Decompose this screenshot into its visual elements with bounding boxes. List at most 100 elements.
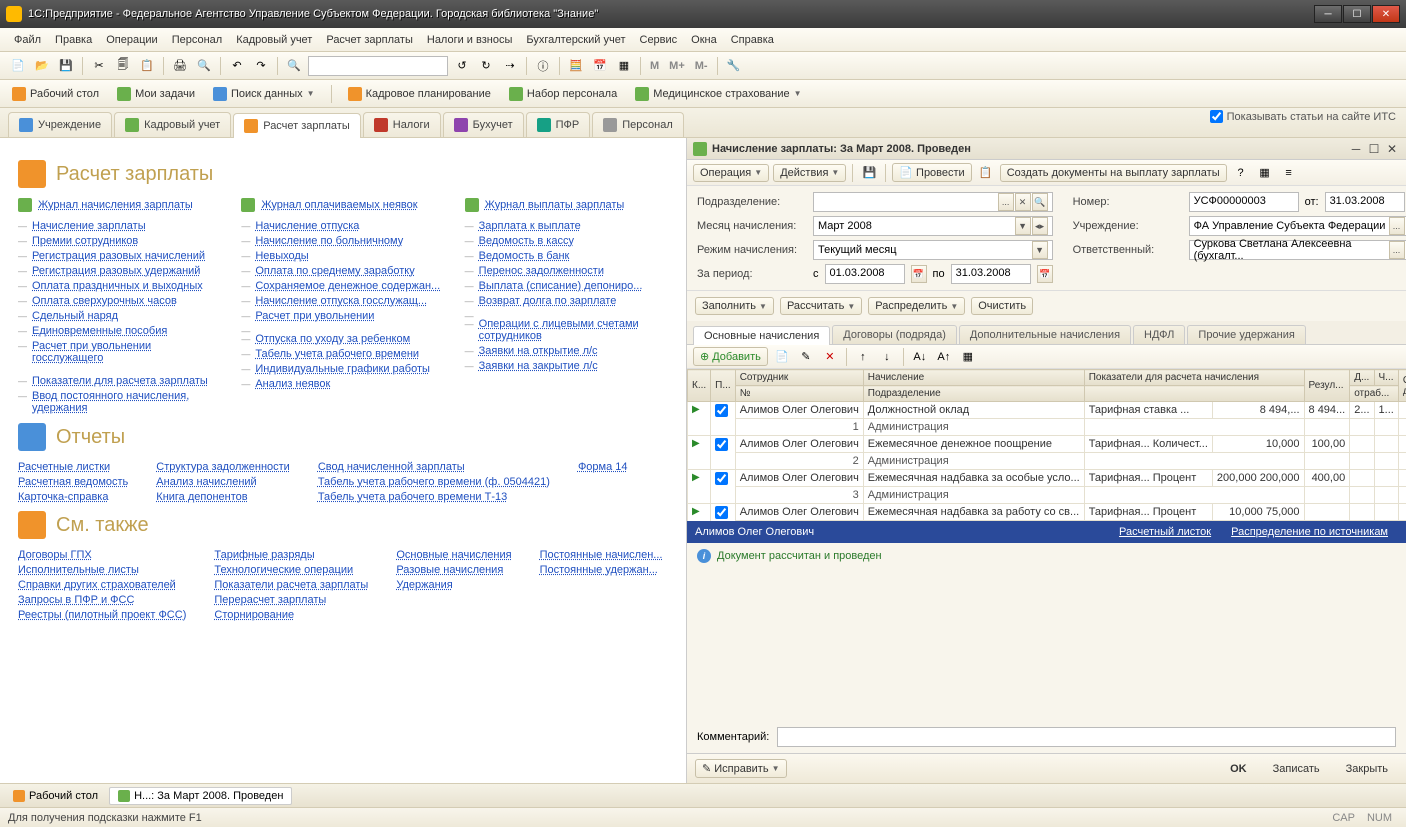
nav-medical[interactable]: Медицинское страхование▼ bbox=[631, 85, 805, 103]
subtab-deductions[interactable]: Прочие удержания bbox=[1187, 325, 1305, 344]
menu-operations[interactable]: Операции bbox=[100, 31, 163, 49]
save-button[interactable]: Записать bbox=[1263, 760, 1330, 778]
panel-link[interactable]: Расчетная ведомость bbox=[18, 476, 128, 488]
nav-tasks[interactable]: Мои задачи bbox=[113, 85, 199, 103]
post-button[interactable]: 📄Провести bbox=[892, 163, 971, 182]
search-icon[interactable]: 🔍 bbox=[284, 56, 304, 76]
panel-link[interactable]: Начисление отпуска госслужащ... bbox=[255, 295, 427, 307]
date-from-input[interactable]: 01.03.2008 bbox=[825, 264, 905, 284]
nav1-icon[interactable]: ↺ bbox=[452, 56, 472, 76]
panel-link[interactable]: Запросы в ПФР и ФСС bbox=[18, 594, 186, 606]
panel-link[interactable]: Регистрация разовых удержаний bbox=[32, 265, 200, 277]
panel-link[interactable]: Справки других страхователей bbox=[18, 579, 186, 591]
panel-link[interactable]: Зарплата к выплате bbox=[479, 220, 581, 232]
panel-link[interactable]: Оплата по среднему заработку bbox=[255, 265, 414, 277]
maximize-button[interactable]: ☐ bbox=[1343, 5, 1371, 23]
dialog-close-button[interactable]: ✕ bbox=[1384, 142, 1400, 156]
m-plus-button[interactable]: M+ bbox=[666, 60, 688, 72]
close-dialog-button[interactable]: Закрыть bbox=[1336, 760, 1398, 778]
panel-link[interactable]: Оплата сверхурочных часов bbox=[32, 295, 177, 307]
panel-link[interactable]: Книга депонентов bbox=[156, 491, 290, 503]
grid-icon[interactable]: ▦ bbox=[614, 56, 634, 76]
menu-file[interactable]: Файл bbox=[8, 31, 47, 49]
undo-icon[interactable]: ↶ bbox=[227, 56, 247, 76]
panel-link[interactable]: Удержания bbox=[396, 579, 511, 591]
table-row[interactable]: ▶Алимов Олег ОлеговичЕжемесячное денежно… bbox=[688, 436, 1406, 453]
panel-link[interactable]: Сторнирование bbox=[214, 609, 368, 621]
panel-link[interactable]: Заявки на закрытие л/с bbox=[479, 360, 598, 372]
panel-link[interactable]: Структура задолженности bbox=[156, 461, 290, 473]
preview-icon[interactable]: 🔍 bbox=[194, 56, 214, 76]
panel-link[interactable]: Единовременные пособия bbox=[32, 325, 167, 337]
panel-link[interactable]: Регистрация разовых начислений bbox=[32, 250, 205, 262]
panel-link[interactable]: Перенос задолженности bbox=[479, 265, 604, 277]
panel-link[interactable]: Постоянные начислен... bbox=[540, 549, 663, 561]
edit-row-icon[interactable]: ✎ bbox=[796, 347, 816, 367]
col3-head[interactable]: Журнал выплаты зарплаты bbox=[485, 199, 625, 211]
fill-button[interactable]: Заполнить▼ bbox=[695, 297, 774, 315]
panel-link[interactable]: Начисление по больничному bbox=[255, 235, 403, 247]
cal-icon[interactable]: 📅 bbox=[590, 56, 610, 76]
calc-icon[interactable]: 🧮 bbox=[566, 56, 586, 76]
cols-icon[interactable]: ▦ bbox=[958, 347, 978, 367]
panel-link[interactable]: Операции с лицевыми счетами сотрудников bbox=[479, 318, 639, 342]
paste-icon[interactable]: 📋 bbox=[137, 56, 157, 76]
panel-link[interactable]: Анализ начислений bbox=[156, 476, 290, 488]
panel-link[interactable]: Сохраняемое денежное содержан... bbox=[255, 280, 440, 292]
month-input[interactable]: Март 2008▼◂▸ bbox=[813, 216, 1053, 236]
panel-link[interactable]: Премии сотрудников bbox=[32, 235, 138, 247]
panel-link[interactable]: Разовые начисления bbox=[396, 564, 511, 576]
panel-link[interactable]: Индивидуальные графики работы bbox=[255, 363, 430, 375]
help-icon[interactable]: ? bbox=[1231, 163, 1251, 183]
actions-button[interactable]: Действия▼ bbox=[773, 164, 846, 182]
table-row[interactable]: ▶Алимов Олег ОлеговичЕжемесячная надбавк… bbox=[688, 504, 1406, 521]
panel-link[interactable]: Выплата (списание) депониро... bbox=[479, 280, 643, 292]
task-payroll-doc[interactable]: Н...: За Март 2008. Проведен bbox=[109, 787, 292, 805]
save-icon[interactable]: 💾 bbox=[56, 56, 76, 76]
open-icon[interactable]: 📂 bbox=[32, 56, 52, 76]
accruals-grid[interactable]: К... П... Сотрудник Начисление Показател… bbox=[687, 369, 1406, 521]
nav2-icon[interactable]: ↻ bbox=[476, 56, 496, 76]
down-icon[interactable]: ↓ bbox=[877, 347, 897, 367]
num-input[interactable]: УСФ00000003 bbox=[1189, 192, 1299, 212]
panel-link[interactable]: Невыходы bbox=[255, 250, 308, 262]
nav-recruit[interactable]: Набор персонала bbox=[505, 85, 621, 103]
hint-its[interactable]: Показывать статьи на сайте ИТС bbox=[1210, 110, 1396, 123]
panel-link[interactable]: Реестры (пилотный проект ФСС) bbox=[18, 609, 186, 621]
nav-search[interactable]: Поиск данных▼ bbox=[209, 85, 319, 103]
panel-link[interactable]: Табель учета рабочего времени bbox=[255, 348, 419, 360]
search-input[interactable] bbox=[308, 56, 448, 76]
table-row[interactable]: ▶Алимов Олег ОлеговичДолжностной окладТа… bbox=[688, 402, 1406, 419]
info-icon[interactable]: ⓘ bbox=[533, 56, 553, 76]
panel-link[interactable]: Анализ неявок bbox=[255, 378, 330, 390]
fix-button[interactable]: ✎ Исправить▼ bbox=[695, 759, 787, 778]
t2-icon[interactable]: ≡ bbox=[1279, 163, 1299, 183]
menu-help[interactable]: Справка bbox=[725, 31, 780, 49]
panel-link[interactable]: Исполнительные листы bbox=[18, 564, 186, 576]
m-button[interactable]: M bbox=[647, 60, 662, 72]
nav3-icon[interactable]: ⇢ bbox=[500, 56, 520, 76]
panel-link[interactable]: Показатели для расчета зарплаты bbox=[32, 375, 208, 387]
wrench-icon[interactable]: 🔧 bbox=[724, 56, 744, 76]
menu-taxes[interactable]: Налоги и взносы bbox=[421, 31, 519, 49]
operation-button[interactable]: Операция▼ bbox=[693, 164, 769, 182]
panel-link[interactable]: Заявки на открытие л/с bbox=[479, 345, 598, 357]
panel-link[interactable]: Тарифные разряды bbox=[214, 549, 368, 561]
subtab-additional[interactable]: Дополнительные начисления bbox=[959, 325, 1131, 344]
dialog-min-button[interactable]: ─ bbox=[1348, 142, 1364, 156]
panel-link[interactable]: Табель учета рабочего времени (ф. 050442… bbox=[318, 476, 550, 488]
sort-asc-icon[interactable]: A↓ bbox=[910, 347, 930, 367]
dept-input[interactable]: ...✕🔍 bbox=[813, 192, 1053, 212]
panel-link[interactable]: Табель учета рабочего времени Т-13 bbox=[318, 491, 550, 503]
panel-link[interactable]: Расчет при увольнении госслужащего bbox=[32, 340, 151, 364]
panel-link[interactable]: Возврат долга по зарплате bbox=[479, 295, 617, 307]
tab-hr[interactable]: Кадровый учет bbox=[114, 112, 231, 137]
menu-edit[interactable]: Правка bbox=[49, 31, 98, 49]
close-button[interactable]: ✕ bbox=[1372, 5, 1400, 23]
menu-hr[interactable]: Кадровый учет bbox=[230, 31, 318, 49]
menu-personnel[interactable]: Персонал bbox=[166, 31, 229, 49]
cut-icon[interactable]: ✂ bbox=[89, 56, 109, 76]
add-row-button[interactable]: ⊕ Добавить bbox=[693, 347, 768, 366]
panel-link[interactable]: Основные начисления bbox=[396, 549, 511, 561]
panel-link[interactable]: Расчет при увольнении bbox=[255, 310, 374, 322]
